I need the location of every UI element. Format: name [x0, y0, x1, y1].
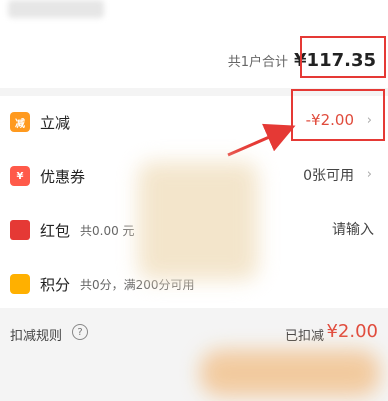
discount-highlight-box	[291, 89, 385, 141]
red-packet-input[interactable]: 请输入	[332, 219, 374, 239]
points-icon	[10, 274, 30, 294]
coupon-label: 优惠券	[40, 168, 86, 186]
deduction-rules-label: 扣减规则	[10, 329, 63, 344]
blurred-text	[8, 0, 104, 18]
red-packet-balance: 共0.00 元	[80, 224, 135, 238]
red-packet-icon	[10, 220, 30, 240]
chevron-right-icon: ›	[366, 167, 372, 182]
instant-discount-label: 立减	[40, 114, 71, 132]
deducted-value: ¥2.00	[326, 321, 378, 342]
help-icon[interactable]: ?	[72, 324, 88, 340]
blurred-overlay	[138, 162, 258, 280]
points-label: 积分	[40, 276, 71, 294]
instant-discount-icon: 减	[10, 112, 30, 132]
deducted-label: 已扣减	[284, 329, 324, 344]
coupon-value: 0张可用	[303, 168, 354, 184]
coupon-icon: ¥	[10, 166, 30, 186]
red-packet-label: 红包	[40, 222, 71, 240]
total-highlight-box	[300, 36, 386, 78]
total-label: 共1户合计	[227, 55, 289, 70]
blurred-bottom-graphic	[200, 350, 380, 396]
